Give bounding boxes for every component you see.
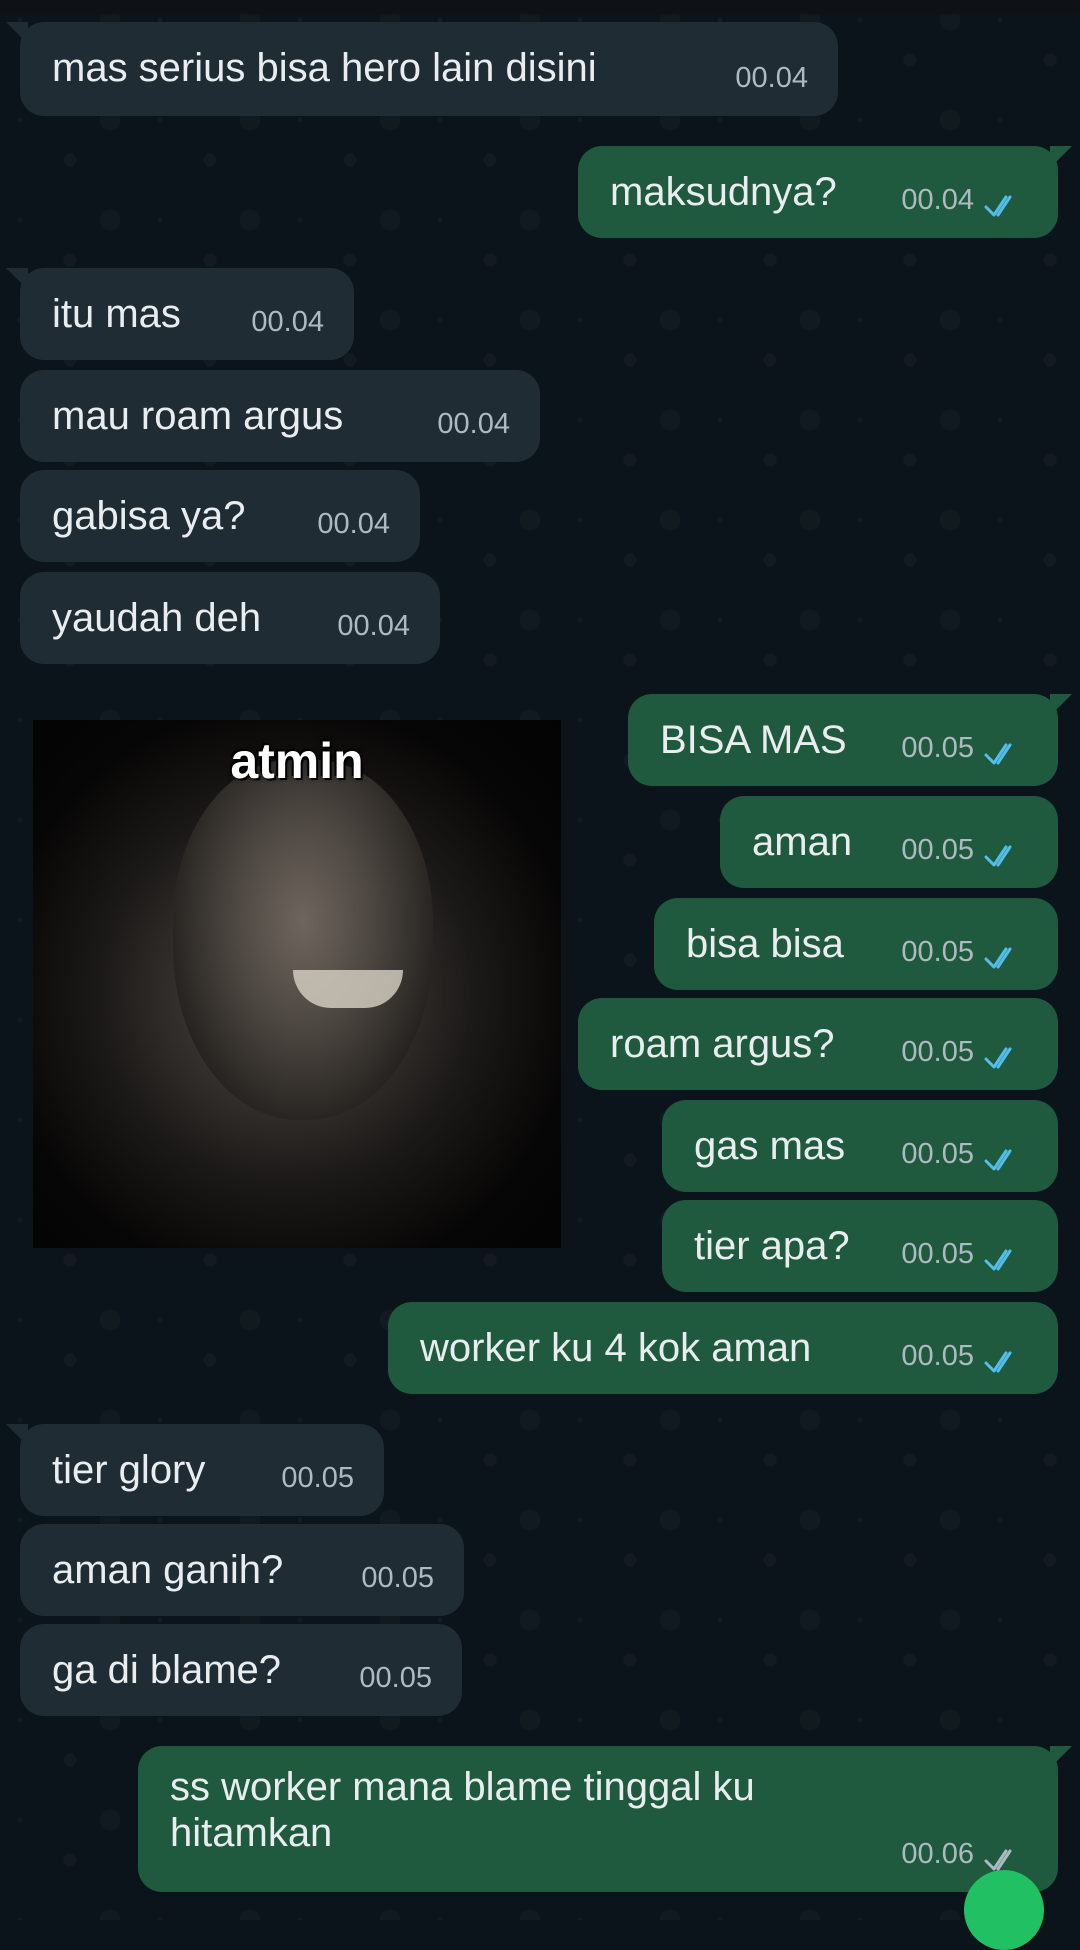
- outgoing-message[interactable]: gas mas 00.05: [662, 1100, 1058, 1192]
- message-time: 00.05: [901, 1036, 974, 1068]
- message-time: 00.05: [901, 936, 974, 968]
- sticker-image[interactable]: atmin: [33, 720, 561, 1248]
- double-check-icon: [984, 743, 1012, 765]
- message-text: ga di blame?: [52, 1648, 282, 1692]
- message-text: gas mas: [694, 1124, 846, 1168]
- message-text: tier glory: [52, 1448, 206, 1492]
- message-text: aman ganih?: [52, 1548, 284, 1592]
- message-text: ss worker mana blame tinggal ku hitamkan: [170, 1765, 755, 1855]
- incoming-message[interactable]: tier glory 00.05: [6, 1424, 384, 1516]
- message-text: bisa bisa: [686, 922, 844, 966]
- message-text: BISA MAS: [660, 718, 847, 762]
- message-time: 00.05: [901, 732, 974, 764]
- bubble-tail: [1050, 694, 1072, 716]
- outgoing-message[interactable]: worker ku 4 kok aman 00.05: [388, 1302, 1058, 1394]
- sticker-face: [173, 760, 433, 1120]
- message-time: 00.05: [359, 1662, 432, 1694]
- message-text: gabisa ya?: [52, 494, 246, 538]
- incoming-message[interactable]: ga di blame? 00.05: [20, 1624, 462, 1716]
- double-check-icon: [984, 1351, 1012, 1373]
- message-time: 00.04: [337, 610, 410, 642]
- message-text: mau roam argus: [52, 394, 344, 438]
- incoming-message[interactable]: mau roam argus 00.04: [20, 370, 540, 462]
- bubble-tail: [1050, 1746, 1072, 1768]
- incoming-message[interactable]: mas serius bisa hero lain disini 00.04: [6, 22, 838, 116]
- outgoing-message[interactable]: tier apa? 00.05: [662, 1200, 1058, 1292]
- message-time: 00.05: [901, 1238, 974, 1270]
- message-time: 00.06: [901, 1838, 974, 1870]
- message-time: 00.04: [317, 508, 390, 540]
- incoming-message[interactable]: itu mas 00.04: [6, 268, 354, 360]
- message-text: yaudah deh: [52, 596, 262, 640]
- message-time: 00.04: [901, 184, 974, 216]
- bubble-tail: [6, 1424, 28, 1446]
- sticker-caption: atmin: [230, 733, 364, 789]
- message-time: 00.05: [901, 834, 974, 866]
- message-time: 00.05: [281, 1462, 354, 1494]
- message-time: 00.05: [361, 1562, 434, 1594]
- message-text: aman: [752, 820, 853, 864]
- bubble-tail: [1050, 146, 1072, 168]
- top-edge: [0, 0, 1080, 14]
- message-time: 00.05: [901, 1340, 974, 1372]
- message-text: roam argus?: [610, 1022, 835, 1066]
- message-time: 00.05: [901, 1138, 974, 1170]
- message-time: 00.04: [437, 408, 510, 440]
- double-check-icon: [984, 1149, 1012, 1171]
- message-text: tier apa?: [694, 1224, 850, 1268]
- message-time: 00.04: [251, 306, 324, 338]
- outgoing-message[interactable]: aman 00.05: [720, 796, 1058, 888]
- incoming-message[interactable]: yaudah deh 00.04: [20, 572, 440, 664]
- bubble-tail: [6, 22, 28, 44]
- incoming-message[interactable]: aman ganih? 00.05: [20, 1524, 464, 1616]
- message-text: maksudnya?: [610, 170, 837, 214]
- outgoing-message[interactable]: roam argus? 00.05: [578, 998, 1058, 1090]
- double-check-icon: [984, 195, 1012, 217]
- outgoing-message[interactable]: bisa bisa 00.05: [654, 898, 1058, 990]
- fab-button[interactable]: [964, 1870, 1044, 1950]
- outgoing-message[interactable]: ss worker mana blame tinggal ku hitamkan…: [138, 1746, 1072, 1892]
- message-text: worker ku 4 kok aman: [420, 1326, 812, 1370]
- outgoing-message[interactable]: maksudnya? 00.04: [578, 146, 1072, 238]
- bubble-tail: [6, 268, 28, 290]
- message-time: 00.04: [735, 62, 808, 94]
- message-text: itu mas: [52, 292, 181, 336]
- message-text: mas serius bisa hero lain disini: [52, 46, 597, 90]
- double-check-icon: [984, 1047, 1012, 1069]
- double-check-icon: [984, 845, 1012, 867]
- double-check-icon: [984, 947, 1012, 969]
- double-check-icon: [984, 1249, 1012, 1271]
- outgoing-message[interactable]: BISA MAS 00.05: [628, 694, 1072, 786]
- incoming-message[interactable]: gabisa ya? 00.04: [20, 470, 420, 562]
